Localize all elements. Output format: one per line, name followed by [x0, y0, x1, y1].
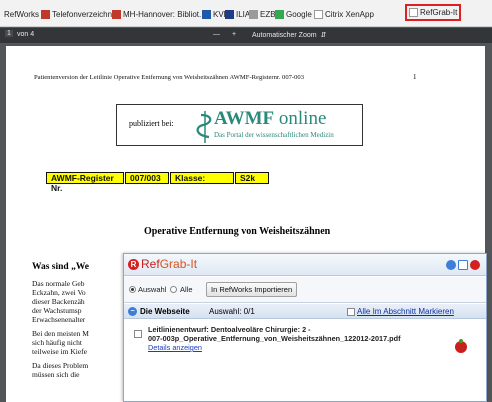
- refgrab-logo-icon: R: [128, 259, 139, 270]
- body-text-line: Erwachsenenalter: [32, 315, 86, 324]
- bookmark-label: Google: [286, 9, 312, 19]
- register-number: 007/003: [125, 172, 169, 184]
- google-icon: [275, 9, 284, 19]
- awmf-tagline: Das Portal der wissenschaftlichen Medizi…: [214, 131, 334, 139]
- minimize-icon[interactable]: [446, 260, 456, 270]
- page-number-input[interactable]: 1: [5, 30, 13, 37]
- bookmark-mh-hannover[interactable]: MH-Hannover: Bibliot...: [112, 6, 206, 22]
- page-total: von 4: [17, 31, 35, 38]
- body-text-line: müssen sich die: [32, 370, 80, 379]
- item-checkbox[interactable]: [134, 330, 142, 338]
- page-icon: [314, 9, 323, 19]
- mhh-icon: [112, 9, 121, 19]
- ezb-icon: [249, 9, 258, 19]
- awmf-brand: AWMF online: [214, 108, 327, 129]
- bookmark-label: RefWorks: [4, 9, 39, 19]
- bookmark-label: Telefonverzeichnis: [52, 9, 118, 19]
- section-title: Die Webseite: [140, 307, 190, 316]
- body-text-line: Da dieses Problem: [32, 361, 89, 370]
- mark-all-link[interactable]: Alle Im Abschnitt Markieren: [357, 307, 454, 316]
- document-title: Operative Entfernung von Weisheitszähnen: [144, 226, 331, 237]
- register-row: AWMF-Register Nr. 007/003 Klasse: S2k: [46, 172, 270, 193]
- bookmark-label: MH-Hannover: Bibliot...: [123, 9, 206, 19]
- bookmark-ezb[interactable]: EZB: [249, 6, 276, 22]
- bookmark-label: Citrix XenApp: [325, 9, 374, 19]
- class-label: Klasse:: [170, 172, 234, 184]
- item-filename: 007-003p_Operative_Entfernung_von_Weishe…: [148, 334, 401, 343]
- section-header: − Die Webseite Auswahl: 0/1 Alle Im Absc…: [124, 304, 486, 319]
- maximize-icon[interactable]: [458, 260, 468, 270]
- section-heading: Was sind „We: [32, 262, 90, 272]
- item-title: Leitlinienentwurf: Dentoalveoläre Chirur…: [148, 325, 311, 334]
- radio-selection-label: Auswahl: [138, 285, 167, 294]
- body-text-line: teilweise im Kiefe: [32, 347, 87, 356]
- kvk-icon: [202, 9, 211, 19]
- pdf-running-header: Patientenversion der Leitlinie Operative…: [34, 74, 305, 81]
- published-label: publiziert bei:: [129, 119, 174, 128]
- popup-title: RefGrab-It: [141, 257, 198, 271]
- ilias-icon: [225, 9, 234, 19]
- mark-all-checkbox[interactable]: [347, 308, 355, 316]
- popup-toolbar: Auswahl Alle In RefWorks Importieren: [124, 277, 486, 303]
- bookmark-refgrab-it[interactable]: RefGrab-It: [405, 4, 462, 21]
- bookmark-refworks[interactable]: RefWorks: [4, 6, 39, 22]
- selection-count: Auswahl: 0/1: [209, 307, 255, 316]
- zoom-select[interactable]: Automatischer Zoom ⇵: [252, 31, 326, 39]
- publisher-box: publiziert bei: AWMF online Das Portal d…: [116, 104, 363, 146]
- page-icon: [409, 8, 418, 17]
- register-label: AWMF-Register Nr.: [46, 172, 124, 193]
- body-text-line: Bei den meisten M: [32, 329, 89, 338]
- flag-icon: [41, 9, 50, 19]
- bookmark-citrix-xenapp[interactable]: Citrix XenApp: [314, 6, 374, 22]
- body-text-line: Eckzahn, zwei Vo: [32, 288, 86, 297]
- zoom-select-value: Automatischer Zoom: [252, 32, 317, 39]
- body-text-line: sich häufig nicht: [32, 338, 82, 347]
- bookmark-google[interactable]: Google: [275, 6, 312, 22]
- pdf-page-number: 1: [413, 73, 417, 81]
- bookmark-label: RefGrab-It: [420, 8, 458, 17]
- body-text-line: Das normale Geb: [32, 279, 85, 288]
- radio-selection[interactable]: [129, 286, 136, 293]
- radio-all-label: Alle: [180, 285, 193, 294]
- radio-all[interactable]: [170, 286, 177, 293]
- zoom-out-button[interactable]: —: [213, 31, 220, 38]
- import-refworks-button[interactable]: In RefWorks Importieren: [206, 282, 298, 297]
- collapse-icon[interactable]: −: [128, 307, 137, 316]
- bookmark-label: EZB: [260, 9, 276, 19]
- bookmarks-bar: RefWorks Telefonverzeichnis MH-Hannover:…: [0, 0, 492, 27]
- popup-titlebar[interactable]: R RefGrab-It: [124, 254, 486, 276]
- refgrab-popup: R RefGrab-It Auswahl Alle In RefWorks Im…: [123, 253, 487, 402]
- close-icon[interactable]: [470, 260, 480, 270]
- tomato-icon: [455, 339, 467, 353]
- body-text-line: dieser Backenzäh: [32, 297, 85, 306]
- zoom-in-button[interactable]: +: [232, 31, 236, 38]
- bookmark-telefonverzeichnis[interactable]: Telefonverzeichnis: [41, 6, 118, 22]
- chevron-down-icon: ⇵: [318, 32, 327, 39]
- body-text-line: der Wachstumsp: [32, 306, 82, 315]
- details-link[interactable]: Details anzeigen: [148, 343, 202, 352]
- pdf-toolbar: 1 von 4 — + Automatischer Zoom ⇵: [0, 28, 492, 43]
- class-value: S2k: [235, 172, 269, 184]
